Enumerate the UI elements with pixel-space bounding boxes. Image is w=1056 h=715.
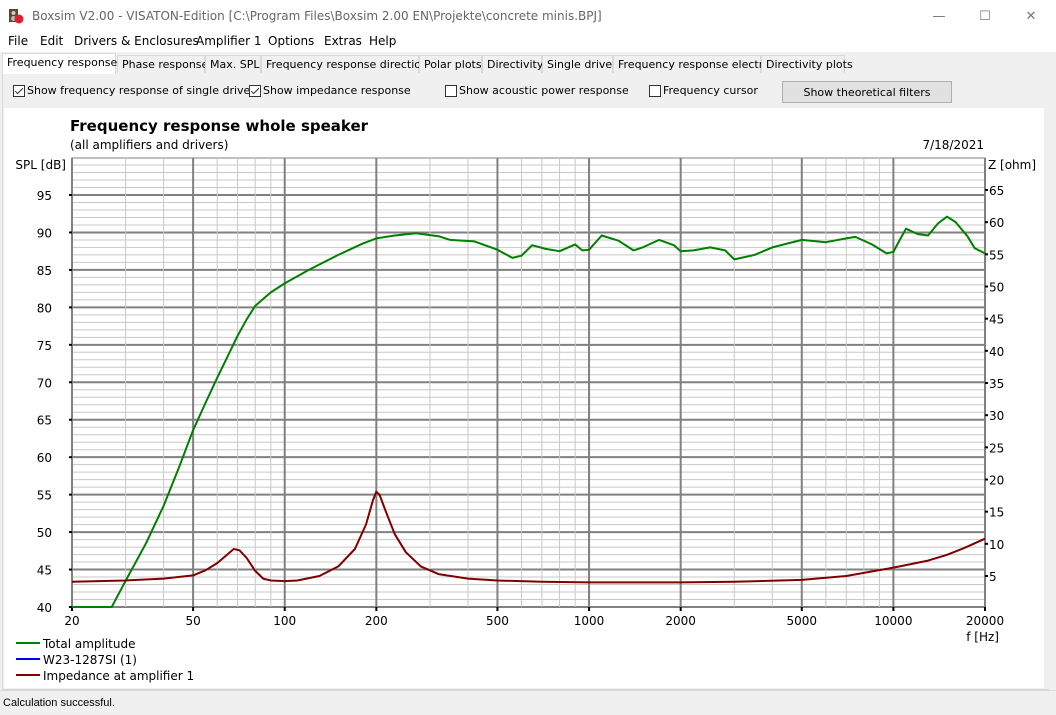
y-tick-label: 40 [37,601,52,615]
legend: Total amplitude W23-1287SI (1) Impedance … [16,637,194,683]
status-bar: Calculation successful. [0,690,1056,715]
chart-subtitle: (all amplifiers and drivers) [70,138,228,152]
y2-tick-label: 60 [989,216,1004,230]
legend-label: W23-1287SI (1) [43,653,137,667]
x-tick-label: 50 [185,614,200,628]
y-tick-label: 75 [37,339,52,353]
y-tick-label: 90 [37,226,52,240]
y2-tick-label: 40 [989,345,1004,359]
y2-tick-label: 50 [989,281,1004,295]
y-tick-label: 65 [37,414,52,428]
x-tick-label: 2000 [665,614,696,628]
x-tick-label: 200 [365,614,388,628]
status-text: Calculation successful. [3,697,115,709]
y-tick-label: 85 [37,264,52,278]
chart-date: 7/18/2021 [922,138,984,152]
y2-axis-label: Z [ohm] [988,158,1036,172]
y-tick-label: 95 [37,189,52,203]
y2-tick-label: 10 [989,538,1004,552]
x-tick-label: 100 [273,614,296,628]
x-tick-label: 20000 [966,614,1004,628]
x-axis-label: f [Hz] [966,630,999,644]
grid [71,157,986,608]
y-tick-label: 50 [37,526,52,540]
legend-label: Impedance at amplifier 1 [43,669,194,683]
x-tick-label: 500 [486,614,509,628]
y2-tick-label: 15 [989,506,1004,520]
y2-tick-label: 30 [989,409,1004,423]
y2-tick-label: 20 [989,474,1004,488]
x-tick-label: 10000 [874,614,912,628]
y2-tick-label: 35 [989,377,1004,391]
x-tick-label: 1000 [574,614,605,628]
y2-tick-label: 65 [989,184,1004,198]
y-tick-label: 80 [37,301,52,315]
y-tick-label: 45 [37,564,52,578]
y2-tick-label: 5 [989,570,997,584]
x-tick-label: 5000 [786,614,817,628]
y-axis-label: SPL [dB] [15,158,66,172]
y2-tick-label: 55 [989,248,1004,262]
y-tick-label: 55 [37,489,52,503]
y-tick-label: 70 [37,376,52,390]
y2-tick-label: 45 [989,313,1004,327]
legend-label: Total amplitude [42,637,135,651]
y2-tick-label: 25 [989,441,1004,455]
frequency-response-chart: Frequency response whole speaker (all am… [15,117,1036,683]
chart-title: Frequency response whole speaker [70,117,369,135]
x-tick-label: 20 [64,614,79,628]
y-tick-label: 60 [37,451,52,465]
